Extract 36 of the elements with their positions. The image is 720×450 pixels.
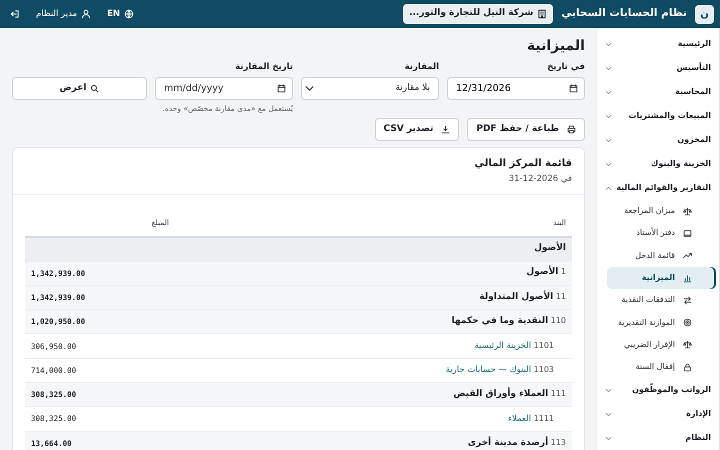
- page-title: الميزانية: [526, 38, 585, 55]
- nav-item[interactable]: قائمة الدخل: [607, 244, 716, 267]
- select-field[interactable]: بلا مقارنة: [301, 76, 439, 100]
- report-date: في 2026-12-31: [508, 172, 572, 186]
- date-field[interactable]: mm/dd/yyyy: [155, 76, 293, 100]
- nav-group-button[interactable]: الرئيسية: [597, 32, 719, 56]
- show-button[interactable]: اعرض: [12, 76, 147, 100]
- nav-group-button[interactable]: النظام: [597, 426, 719, 450]
- print-button[interactable]: طباعة / حفظ PDF: [467, 118, 585, 141]
- field-label: المقارنة: [404, 61, 439, 74]
- nav-group-button[interactable]: الإدارة: [597, 402, 719, 426]
- report-title: قائمة المركز المالي: [474, 156, 572, 171]
- nav-group-button[interactable]: المبيعات والمشتريات: [597, 104, 719, 128]
- app-logo: ن: [695, 4, 714, 24]
- nav-group-button[interactable]: المحاسبة: [597, 80, 719, 104]
- nav-item[interactable]: إقفال السنة: [607, 356, 716, 378]
- app-title: نظام الحسابات السحابي: [561, 6, 687, 22]
- field-label: تاريخ المقارنة: [234, 60, 293, 74]
- export-button[interactable]: تصدير CSV: [374, 118, 460, 141]
- nav-group-button[interactable]: المخزون: [597, 128, 719, 152]
- section-cell: الأصول: [25, 236, 572, 262]
- nav-item[interactable]: الميزانية: [607, 266, 716, 290]
- nav-group-button[interactable]: الخزينة والبنوك: [597, 152, 719, 176]
- nav-item[interactable]: الإقرار الضريبي: [607, 334, 716, 356]
- nav-item[interactable]: الموازنة التقديرية: [607, 311, 716, 334]
- user-menu-button[interactable]: مدير النظام: [36, 8, 92, 20]
- date-field[interactable]: 12/31/2026: [447, 76, 585, 100]
- nav-item[interactable]: دفتر الأستاذ: [607, 222, 716, 245]
- company-button[interactable]: شركة النيل للتجارة والتور...: [403, 4, 554, 24]
- nav-group-button[interactable]: الرواتب والموظّفون: [597, 378, 719, 402]
- nav-group-button[interactable]: التقارير والقوائم المالية: [597, 176, 719, 200]
- language-button[interactable]: EN: [107, 8, 134, 20]
- field-label: في تاريخ: [546, 61, 585, 74]
- nav-item[interactable]: ميزان المراجعة: [607, 200, 716, 222]
- nav-item[interactable]: التدفقات النقدية: [607, 289, 716, 312]
- nav-group-button[interactable]: التأسيس: [597, 56, 719, 80]
